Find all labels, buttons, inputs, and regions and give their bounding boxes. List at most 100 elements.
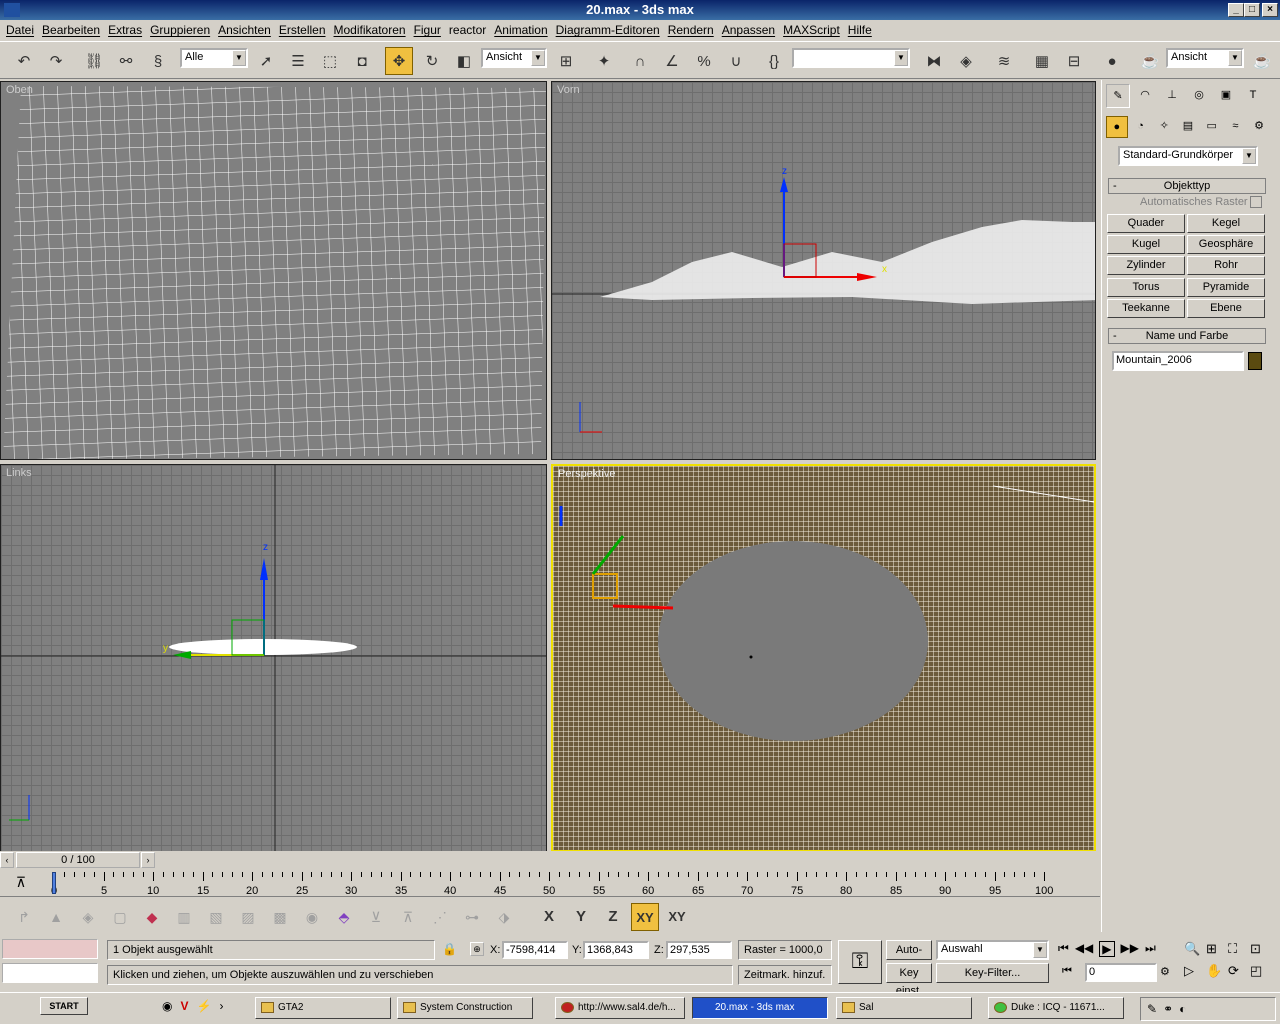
- add-time-tag[interactable]: Zeitmark. hinzuf.: [738, 965, 832, 985]
- pivot-center-icon[interactable]: ⊞: [552, 47, 580, 75]
- create-tab-icon[interactable]: ✎: [1106, 84, 1130, 108]
- viewport-label-front[interactable]: Vorn: [557, 84, 580, 96]
- menu-animation[interactable]: Animation: [492, 23, 553, 37]
- teekanne-button[interactable]: Teekanne: [1107, 299, 1185, 318]
- time-slider-thumb[interactable]: 0 / 100: [16, 852, 140, 868]
- hierarchy-tab-icon[interactable]: ⊥: [1160, 84, 1184, 108]
- set-key-button[interactable]: Key einst.: [886, 963, 932, 997]
- ref-coord-dropdown[interactable]: Ansicht ▼: [481, 48, 547, 68]
- field-of-view-icon[interactable]: ▷: [1184, 963, 1206, 979]
- pan-icon[interactable]: ✋: [1206, 963, 1228, 979]
- maxscript-listener-mini[interactable]: [2, 939, 98, 959]
- display-tab-icon[interactable]: ▣: [1214, 84, 1238, 108]
- command-panel-scrollbar[interactable]: [1274, 80, 1280, 932]
- x-coord-input[interactable]: -7598,414: [502, 941, 568, 959]
- ebene-button[interactable]: Ebene: [1187, 299, 1265, 318]
- axis-x-button[interactable]: X: [535, 903, 563, 931]
- menu-gruppieren[interactable]: Gruppieren: [148, 23, 216, 37]
- geometry-icon[interactable]: ●: [1106, 116, 1128, 138]
- zoom-extents-all-icon[interactable]: ⊡: [1250, 941, 1272, 957]
- spacing-icon[interactable]: ⬗: [492, 905, 516, 929]
- winamp-icon[interactable]: ⚡: [197, 999, 212, 1013]
- object-color-swatch[interactable]: [1248, 352, 1262, 370]
- goto-start-icon[interactable]: ⏮: [1058, 941, 1069, 957]
- axis-z-button[interactable]: Z: [599, 903, 627, 931]
- render-scene-icon[interactable]: ☕: [1136, 47, 1164, 75]
- prev-frame-icon[interactable]: ◀◀: [1075, 941, 1093, 957]
- mini-curve-editor-icon[interactable]: ⊼: [12, 875, 30, 891]
- menu-hilfe[interactable]: Hilfe: [846, 23, 878, 37]
- task-browser[interactable]: http://www.sal4.de/h...: [555, 997, 685, 1019]
- app-icon[interactable]: [4, 3, 20, 17]
- viewport-label-top[interactable]: Oben: [6, 84, 33, 96]
- schematic-view-icon[interactable]: ⊟: [1060, 47, 1088, 75]
- move-icon[interactable]: ✥: [385, 47, 413, 75]
- named-selection-dropdown[interactable]: ▼: [792, 48, 910, 68]
- loft-icon[interactable]: ▥: [172, 905, 196, 929]
- axis-plane-cycle-button[interactable]: XY: [663, 903, 691, 931]
- zoom-all-icon[interactable]: ⊞: [1206, 941, 1228, 957]
- close-icon[interactable]: ×: [1262, 3, 1278, 17]
- kugel-button[interactable]: Kugel: [1107, 235, 1185, 254]
- pyramide-button[interactable]: Pyramide: [1187, 278, 1265, 297]
- time-next-arrow-icon[interactable]: ›: [141, 852, 155, 868]
- key-mode-dropdown[interactable]: Auswahl ▼: [936, 940, 1049, 960]
- select-object-icon[interactable]: ➚: [252, 47, 280, 75]
- helpers-icon[interactable]: ▭: [1201, 116, 1223, 138]
- tray-volume-icon[interactable]: ◐: [1179, 1002, 1186, 1016]
- menu-reactor[interactable]: reactor: [447, 23, 492, 37]
- xref-icon[interactable]: ⬘: [332, 905, 356, 929]
- box-mini-icon[interactable]: ▢: [108, 905, 132, 929]
- tray-network-icon[interactable]: ⚭: [1163, 1002, 1173, 1016]
- link-icon[interactable]: ⛓: [80, 47, 108, 75]
- viewport-top[interactable]: Oben: [0, 81, 547, 460]
- viewport-label-perspective[interactable]: Perspektive: [558, 468, 615, 480]
- rollout-name-color[interactable]: - Name und Farbe: [1108, 328, 1266, 344]
- kegel-button[interactable]: Kegel: [1187, 214, 1265, 233]
- tray-pen-icon[interactable]: ✎: [1147, 1002, 1157, 1016]
- browser-icon[interactable]: ◉: [162, 999, 172, 1013]
- motion-tab-icon[interactable]: ◎: [1187, 84, 1211, 108]
- object-name-input[interactable]: Mountain_2006: [1112, 351, 1244, 371]
- shapes-icon[interactable]: ◔: [1130, 116, 1152, 138]
- scatter-icon[interactable]: ◈: [76, 905, 100, 929]
- menu-extras[interactable]: Extras: [106, 23, 148, 37]
- redo-icon[interactable]: ↷: [42, 47, 70, 75]
- menu-rendern[interactable]: Rendern: [666, 23, 720, 37]
- percent-snap-icon[interactable]: %: [690, 47, 718, 75]
- undo-icon[interactable]: ↶: [10, 47, 38, 75]
- blobmesh-icon[interactable]: ▩: [268, 905, 292, 929]
- zoom-extents-icon[interactable]: ⛶: [1228, 941, 1250, 957]
- menu-datei[interactable]: Datei: [4, 23, 40, 37]
- axis-xy-button[interactable]: XY: [631, 903, 659, 931]
- angle-snap-icon[interactable]: ∠: [658, 47, 686, 75]
- current-frame-marker[interactable]: [52, 872, 56, 894]
- menu-diagramm-editoren[interactable]: Diagramm-Editoren: [554, 23, 666, 37]
- menu-maxscript[interactable]: MAXScript: [781, 23, 846, 37]
- viewport-front[interactable]: z x Vorn: [551, 81, 1096, 460]
- unlink-icon[interactable]: ⚯: [112, 47, 140, 75]
- menu-erstellen[interactable]: Erstellen: [277, 23, 332, 37]
- category-dropdown[interactable]: Standard-Grundkörper ▼: [1118, 146, 1258, 166]
- select-by-name-icon[interactable]: ☰: [284, 47, 312, 75]
- curve-icon[interactable]: ↱: [12, 905, 36, 929]
- rotate-icon[interactable]: ↻: [418, 47, 446, 75]
- mirror-x-icon[interactable]: ⊼: [396, 905, 420, 929]
- menu-anpassen[interactable]: Anpassen: [720, 23, 781, 37]
- vc-icon[interactable]: V: [180, 999, 188, 1013]
- play-icon[interactable]: ▶: [1099, 941, 1115, 957]
- rollout-objecttype[interactable]: - Objekttyp: [1108, 178, 1266, 194]
- material-editor-icon[interactable]: ●: [1098, 47, 1126, 75]
- zoom-icon[interactable]: 🔍: [1184, 941, 1206, 957]
- task-icq[interactable]: Duke : ICQ - 11671...: [988, 997, 1124, 1019]
- selection-filter-dropdown[interactable]: Alle ▼: [180, 48, 248, 68]
- spinner-snap-icon[interactable]: ∪: [722, 47, 750, 75]
- track-bar[interactable]: ⊼ 05101520253035404550556065707580859095…: [0, 869, 1100, 897]
- boolean-icon[interactable]: ◆: [140, 905, 164, 929]
- key-filters-button[interactable]: Key-Filter...: [936, 963, 1049, 983]
- goto-end-icon[interactable]: ⏭: [1145, 941, 1156, 957]
- lock-icon[interactable]: 🔒: [442, 942, 457, 956]
- lights-icon[interactable]: ✧: [1153, 116, 1175, 138]
- window-crossing-icon[interactable]: ◘: [348, 47, 376, 75]
- connect-icon[interactable]: ▨: [236, 905, 260, 929]
